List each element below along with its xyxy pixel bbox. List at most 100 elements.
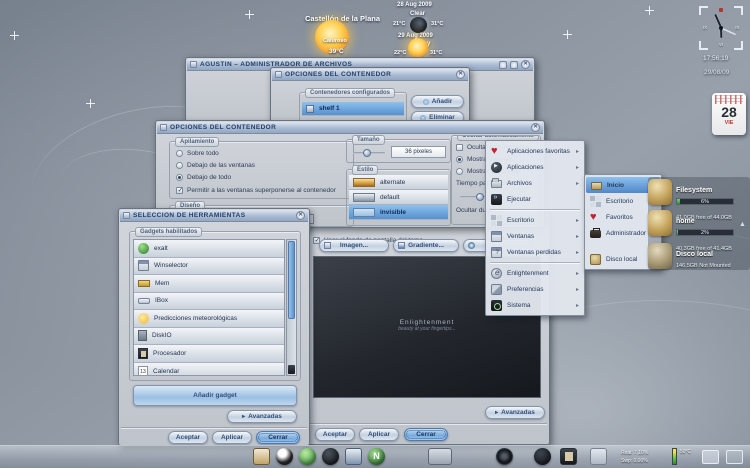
menu-item-lost-windows[interactable]: Ventanas perdidas▸	[486, 244, 584, 260]
drive-local-disk[interactable]: Disco local 146.5GB Not Mounted	[648, 243, 750, 269]
menu-item-windows[interactable]: Ventanas ▸	[486, 228, 584, 244]
stacking-option-below-everything[interactable]: Debajo de todo	[176, 171, 231, 183]
digital-time: 17:56:19	[703, 55, 729, 62]
gadgets-close-button[interactable]: Cerrar	[256, 431, 300, 444]
gadget-row-weather[interactable]: Predicciones meteorológicas	[134, 310, 284, 328]
scrollbar-thumb[interactable]	[288, 241, 295, 320]
pager-desktop-2[interactable]	[726, 450, 743, 464]
image-viewer-launcher-icon[interactable]	[345, 448, 362, 465]
picture-button[interactable]: Imagen...	[319, 239, 389, 252]
checkbox-icon[interactable]	[456, 143, 463, 151]
gadget-row-mem[interactable]: Mem	[134, 275, 284, 293]
shelf-config-titlebar[interactable]: OPCIONES DEL CONTENEDOR	[157, 122, 543, 134]
shelf-list-item[interactable]: shelf 1	[302, 102, 404, 116]
size-slider[interactable]	[353, 149, 385, 157]
webcam-icon[interactable]	[534, 448, 551, 465]
menu-item-enlightenment[interactable]: Enlightenment▸	[486, 265, 584, 281]
gadget-row-ibox[interactable]: IBox	[134, 292, 284, 310]
stacking-option-above[interactable]: Sobre todo	[176, 147, 219, 159]
media-player-launcher-icon[interactable]	[322, 448, 339, 465]
gadget-row-winselector[interactable]: Winselector	[134, 257, 284, 275]
shelf-list-window[interactable]: OPCIONES DEL CONTENEDOR Contenedores con…	[270, 67, 470, 125]
close-button[interactable]	[456, 70, 465, 79]
weather-gadget[interactable]: Castellón de la Plana Caluroso 39°C 28 A…	[285, 0, 500, 62]
close-button[interactable]	[521, 60, 530, 69]
radio-icon[interactable]	[176, 161, 183, 169]
wallpaper-close-button[interactable]: Cerrar	[404, 428, 448, 441]
sun-icon	[408, 38, 428, 58]
pager-desktop-1[interactable]	[702, 450, 719, 464]
menu-item-system[interactable]: Sistema ▸	[486, 297, 584, 313]
gadget-row-cpu[interactable]: Procesador	[134, 345, 284, 363]
eject-icon[interactable]: ▲	[739, 220, 748, 229]
second-hand	[720, 27, 736, 35]
ibox-icon[interactable]	[590, 448, 607, 465]
gadgets-apply-button[interactable]: Aplicar	[212, 431, 252, 444]
gadgets-titlebar[interactable]: SELECCIÓN DE HERRAMIENTAS	[120, 210, 308, 222]
drive-name: Filesystem	[676, 187, 713, 194]
wallpaper-advanced-button[interactable]: ▸ Avanzadas	[485, 406, 545, 419]
close-button[interactable]	[296, 211, 305, 220]
menu-item-preferences[interactable]: Preferencias ▸	[486, 281, 584, 297]
close-button[interactable]	[531, 123, 540, 132]
menu-item-favorite-apps[interactable]: Aplicaciones favoritas▸	[486, 143, 584, 159]
add-gadget-button[interactable]: Añadir gadget	[133, 385, 297, 406]
clock-gadget[interactable]: III VI IX 17:56:19 29/08/09	[698, 6, 744, 84]
sparkle	[245, 10, 254, 19]
penguin-launcher-icon[interactable]	[276, 448, 293, 465]
wallpaper-apply-button[interactable]: Aplicar	[359, 428, 399, 441]
scrollbar-down-arrow[interactable]	[288, 365, 295, 374]
style-thumb	[353, 177, 375, 187]
gradient-label: Gradiente...	[408, 242, 444, 249]
file-cabinet-icon[interactable]	[428, 448, 452, 465]
gadget-row-exalt[interactable]: exalt	[134, 240, 284, 258]
gadgets-ok-button[interactable]: Aceptar	[168, 431, 208, 444]
stacking-option-below-windows[interactable]: Debajo de las ventanas	[176, 159, 255, 171]
minimize-button[interactable]	[499, 60, 507, 69]
submenu-arrow-icon: ▸	[575, 148, 579, 155]
usage-bar: 6%	[676, 198, 734, 205]
record-icon[interactable]	[496, 448, 513, 465]
web-browser-launcher-icon[interactable]	[299, 448, 316, 465]
usage-bar: 2%	[676, 229, 734, 236]
radio-icon[interactable]	[176, 173, 183, 181]
style-option-default[interactable]: default	[349, 190, 448, 205]
style-option-invisible[interactable]: invisible	[349, 205, 448, 220]
size-value[interactable]: 36 pixeles	[391, 146, 446, 158]
gradient-button[interactable]: Gradiente...	[393, 239, 459, 252]
style-option-alternate[interactable]: alternate	[349, 175, 448, 190]
submenu-arrow-icon: ▸	[575, 286, 579, 293]
home-launcher-icon[interactable]	[253, 448, 270, 465]
wallpaper-ok-button[interactable]: Aceptar	[315, 428, 355, 441]
gadget-list-scrollbar[interactable]	[286, 239, 297, 376]
calendar-gadget[interactable]: 28 VIE	[712, 93, 746, 135]
cpu-monitor-icon[interactable]	[560, 448, 577, 465]
desktop-icon	[491, 214, 502, 226]
slider-knob[interactable]	[363, 149, 371, 157]
gadgets-window[interactable]: SELECCIÓN DE HERRAMIENTAS Gadgets habili…	[118, 208, 310, 446]
menu-item-files[interactable]: Archivos ▸	[486, 175, 584, 191]
desktop-icon	[590, 195, 601, 207]
gadget-row-calendar[interactable]: 13 Calendar	[134, 362, 284, 375]
run-icon	[491, 193, 502, 205]
briefcase-icon	[590, 227, 601, 238]
radio-icon[interactable]	[456, 155, 463, 163]
menu-item-applications[interactable]: Aplicaciones▸	[486, 159, 584, 175]
add-shelf-button[interactable]: Añadir	[411, 95, 464, 108]
winselector-icon	[138, 260, 149, 272]
calendar-weekday: VIE	[724, 120, 734, 126]
allow-overlap-option[interactable]: Permitir a las ventanas superponerse al …	[176, 184, 352, 196]
clock-12-marker	[719, 8, 723, 12]
radio-icon[interactable]	[456, 167, 463, 175]
radio-icon[interactable]	[176, 149, 183, 157]
shelf-list-titlebar[interactable]: OPCIONES DEL CONTENEDOR	[272, 69, 468, 81]
menu-item-desktop[interactable]: Escritorio ▸	[486, 212, 584, 228]
window-icon	[190, 61, 197, 68]
gadgets-advanced-button[interactable]: ▸ Avanzadas	[227, 410, 297, 423]
netscape-launcher-icon[interactable]: N	[368, 448, 385, 465]
maximize-button[interactable]	[510, 60, 518, 69]
menu-item-run[interactable]: Ejecutar	[486, 191, 584, 207]
gadget-row-diskio[interactable]: DiskIO	[134, 327, 284, 345]
checkbox-icon[interactable]	[176, 186, 183, 194]
slider-knob[interactable]	[476, 193, 484, 201]
